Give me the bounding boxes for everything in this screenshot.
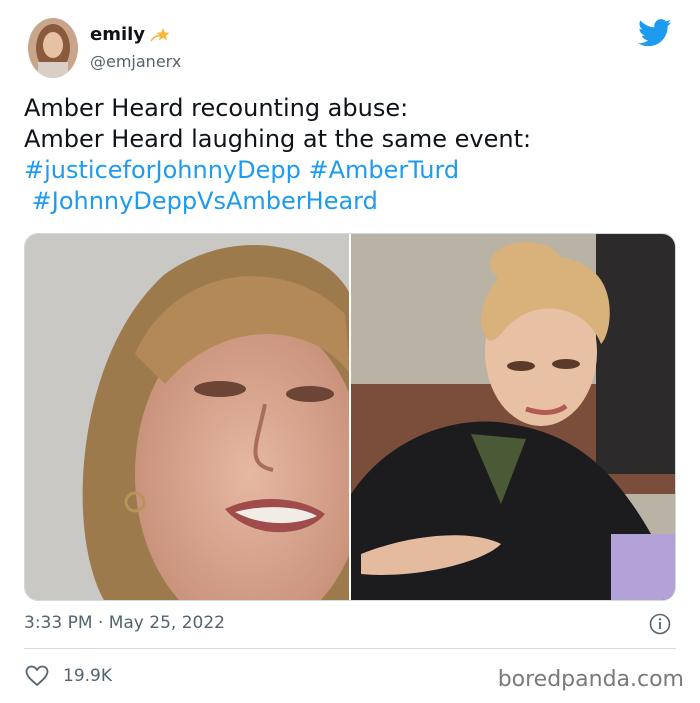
- like-action[interactable]: 19.9K: [25, 665, 112, 687]
- author-name-row[interactable]: emily: [90, 24, 171, 45]
- avatar[interactable]: [28, 18, 78, 78]
- like-count: 19.9K: [63, 666, 112, 686]
- photo-right[interactable]: [351, 234, 675, 600]
- hashtag-link[interactable]: #JohnnyDeppVsAmberHeard: [32, 187, 378, 215]
- info-icon[interactable]: [649, 613, 671, 635]
- hashtag-row-1: #justiceforJohnnyDepp #AmberTurd: [24, 155, 674, 186]
- tweet-timestamp[interactable]: 3:33 PM · May 25, 2022: [24, 613, 225, 633]
- hashtag-link[interactable]: #AmberTurd: [308, 156, 459, 184]
- photo-left[interactable]: [25, 234, 349, 600]
- watermark: boredpanda.com: [497, 667, 684, 692]
- tweet-header: emily @emjanerx: [24, 17, 684, 81]
- author-name[interactable]: emily: [90, 24, 145, 45]
- star-emoji-icon: [149, 26, 171, 44]
- hashtag-row-2: #JohnnyDeppVsAmberHeard: [24, 186, 674, 217]
- tweet-text-line-2: Amber Heard laughing at the same event:: [24, 125, 532, 153]
- heart-icon[interactable]: [25, 665, 49, 687]
- twitter-bird-icon[interactable]: [638, 19, 672, 47]
- tweet-text: Amber Heard recounting abuse: Amber Hear…: [24, 93, 674, 217]
- author-handle[interactable]: @emjanerx: [90, 52, 181, 71]
- divider: [24, 648, 676, 649]
- tweet-media[interactable]: [24, 233, 676, 601]
- hashtag-link[interactable]: #justiceforJohnnyDepp: [24, 156, 301, 184]
- tweet-text-line-1: Amber Heard recounting abuse:: [24, 94, 409, 122]
